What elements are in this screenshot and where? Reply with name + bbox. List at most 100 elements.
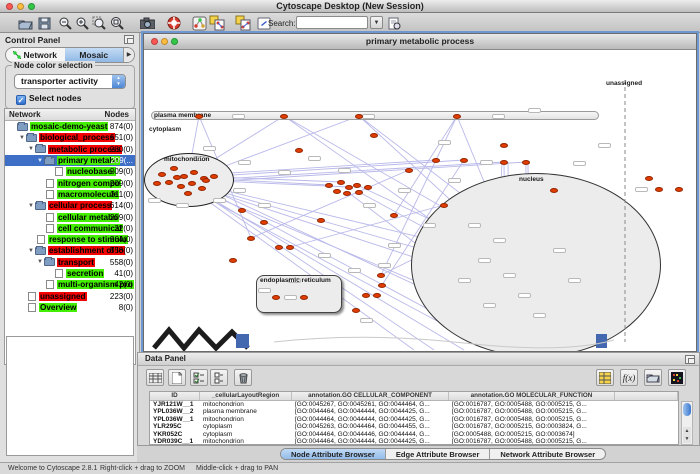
graph-node[interactable] [337,180,345,185]
graph-node[interactable] [260,220,268,225]
tree-row[interactable]: ▼establishment of lo558(0) [5,245,135,256]
graph-node[interactable] [247,236,255,241]
network-canvas[interactable]: plasma membrane cytoplasm mitochondrion … [144,50,696,351]
tab-network-attribute-browser[interactable]: Network Attribute Browser [490,449,605,459]
graph-node[interactable] [500,160,508,165]
zoom-selected-icon[interactable] [91,15,107,31]
column-header[interactable]: annotation.GO CELLULAR_COMPONENT [292,392,449,400]
graph-node[interactable] [300,295,308,300]
import-attributes-icon[interactable] [644,369,662,386]
graph-node[interactable] [195,114,203,119]
graph-node[interactable] [238,208,246,213]
search-input[interactable] [296,16,368,29]
delete-attribute-icon[interactable] [234,369,252,386]
graph-node[interactable] [370,133,378,138]
attribute-table[interactable]: ID_cellularLayoutRegionannotation.GO CEL… [149,391,679,445]
graph-node[interactable] [343,191,351,196]
search-refresh-icon[interactable] [386,15,402,31]
open-file-icon[interactable] [17,15,33,31]
network-tree-header[interactable]: Network Nodes [5,109,135,121]
tabs-overflow-icon[interactable]: ▶ [123,48,134,62]
node-color-select[interactable]: transporter activity ▲▼ [14,74,126,89]
graph-node[interactable] [184,191,192,196]
graph-node[interactable] [177,184,185,189]
graph-node[interactable] [170,166,178,171]
expand-arrow-icon[interactable]: ▼ [18,135,26,141]
graph-node[interactable] [675,187,683,192]
graph-node[interactable] [645,176,653,181]
graph-node[interactable] [295,148,303,153]
tree-row[interactable]: multi-organism pro42(0) [5,279,135,290]
matrix-view-icon[interactable] [668,369,686,386]
expand-arrow-icon[interactable]: ▼ [36,259,44,265]
graph-node[interactable] [550,188,558,193]
table-row[interactable]: YPL036W__2plasma membrane[GO:0044464, GO… [150,408,678,415]
tree-row[interactable]: ▼cellular process614(0) [5,200,135,211]
tree-row[interactable]: macromolecule311(0) [5,189,135,200]
select-attributes-icon[interactable] [190,369,208,386]
tab-mosaic[interactable]: Mosaic [65,48,124,62]
zoom-fit-icon[interactable] [109,15,125,31]
tree-row[interactable]: ▼transport558(0) [5,257,135,268]
table-row[interactable]: YKR052Ccytoplasm[GO:0044464, GO:0044446,… [150,431,678,438]
graph-node[interactable] [210,174,218,179]
expand-arrow-icon[interactable]: ▼ [36,158,44,164]
graph-node[interactable] [286,245,294,250]
tree-row[interactable]: ▼metabolic process280(0) [5,144,135,155]
float-panel-icon[interactable] [124,35,134,44]
expand-arrow-icon[interactable]: ▼ [27,248,35,254]
column-header[interactable]: _cellularLayoutRegion [200,392,292,400]
graph-node[interactable] [500,143,508,148]
graph-node[interactable] [333,189,341,194]
tree-row[interactable]: mosaic-demo-yeast874(0) [5,121,135,132]
help-icon[interactable] [166,15,182,31]
tree-row[interactable]: secretion41(0) [5,268,135,279]
expand-arrow-icon[interactable]: ▼ [27,146,35,152]
graph-node[interactable] [355,114,363,119]
graph-node[interactable] [390,213,398,218]
graph-node[interactable] [432,158,440,163]
graph-node[interactable] [180,174,188,179]
graph-node[interactable] [352,308,360,313]
graph-node[interactable] [190,170,198,175]
graph-node[interactable] [272,295,280,300]
attribute-table-icon[interactable] [596,369,614,386]
graph-node[interactable] [364,185,372,190]
graph-node[interactable] [377,273,385,278]
select-rows-icon[interactable] [210,369,228,386]
graph-node[interactable] [373,293,381,298]
graph-node[interactable] [355,190,363,195]
tree-row[interactable]: ▼primary metabo209(... [5,155,135,166]
scrollbar-arrows[interactable]: ▲▼ [683,427,691,443]
float-panel-icon[interactable] [685,355,695,364]
graph-node[interactable] [453,114,461,119]
snapshot-icon[interactable] [139,15,155,31]
graph-node[interactable] [325,183,333,188]
graph-node[interactable] [188,181,196,186]
graph-node[interactable] [173,175,181,180]
table-row[interactable]: YPL036W__1mitochondrion[GO:0044464, GO:0… [150,416,678,423]
table-scrollbar[interactable]: ▲▼ [681,401,693,445]
graph-node[interactable] [405,168,413,173]
tree-row[interactable]: nitrogen compo209(0) [5,177,135,188]
graph-node[interactable] [275,245,283,250]
graph-node[interactable] [165,180,173,185]
birds-eye-view[interactable] [6,336,134,456]
scrollbar-thumb[interactable] [683,403,691,416]
save-icon[interactable] [36,15,52,31]
graph-settings-icon[interactable] [191,15,207,31]
graph-node[interactable] [353,183,361,188]
new-attribute-icon[interactable] [168,369,186,386]
graph-node[interactable] [345,185,353,190]
graph-node[interactable] [229,258,237,263]
tree-row[interactable]: nucleobase-209(0) [5,166,135,177]
select-nodes-checkbox[interactable]: ✓ [16,95,26,105]
graph-node[interactable] [198,186,206,191]
search-dropdown-icon[interactable]: ▼ [370,16,383,29]
expand-arrow-icon[interactable]: ▼ [27,203,35,209]
graph-node[interactable] [522,160,530,165]
column-header[interactable]: annotation.GO MOLECULAR_FUNCTION [449,392,615,400]
column-header[interactable]: ID [150,392,200,400]
tab-edge-attribute-browser[interactable]: Edge Attribute Browser [386,449,490,459]
mapping-1-icon[interactable] [209,15,225,31]
